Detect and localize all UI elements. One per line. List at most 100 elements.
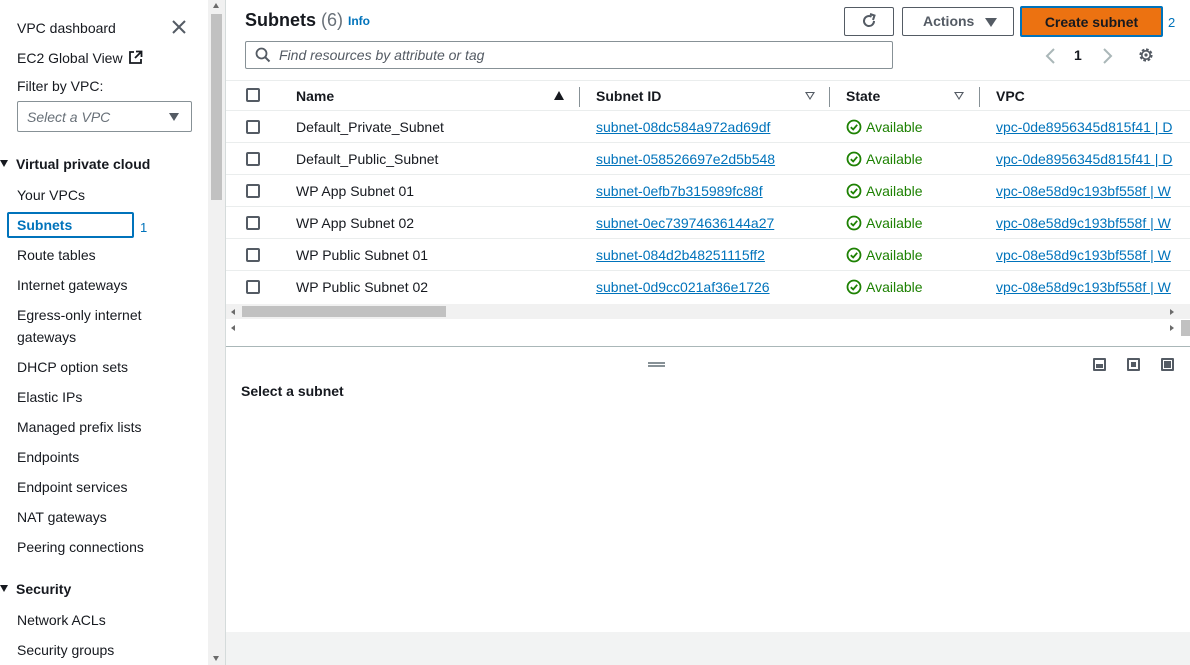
sidebar-item-managed-prefix-lists[interactable]: Managed prefix lists — [17, 419, 142, 435]
status-text: Available — [866, 183, 923, 199]
sidebar-item-dhcp-option-sets[interactable]: DHCP option sets — [17, 359, 128, 375]
table-horizontal-scrollbar[interactable] — [226, 302, 1190, 336]
subnet-id-link[interactable]: subnet-058526697e2d5b548 — [596, 151, 775, 167]
chevron-left-icon[interactable] — [1044, 47, 1058, 65]
sort-ascending-icon[interactable] — [554, 91, 564, 100]
scrollbar-thumb[interactable] — [211, 14, 222, 200]
split-panel-message: Select a subnet — [241, 383, 344, 399]
sidebar-item-elastic-ips[interactable]: Elastic IPs — [17, 389, 82, 405]
column-divider[interactable] — [579, 87, 580, 107]
actions-dropdown-button[interactable]: Actions — [902, 7, 1014, 36]
subnet-id-link[interactable]: subnet-0ec73974636144a27 — [596, 215, 774, 231]
subnet-name: WP App Subnet 02 — [296, 215, 415, 231]
subnet-id-link[interactable]: subnet-08dc584a972ad69df — [596, 119, 770, 135]
scroll-right-icon[interactable] — [1170, 309, 1174, 315]
drag-handle-icon[interactable] — [648, 362, 665, 367]
search-placeholder: Find resources by attribute or tag — [279, 47, 485, 63]
main-content: Subnets (6) Info Actions Create subnet 2… — [225, 0, 1190, 665]
scrollbar-thumb[interactable] — [242, 306, 446, 317]
sidebar-item-security-groups[interactable]: Security groups — [17, 642, 114, 658]
refresh-icon — [863, 13, 876, 27]
sidebar-item-network-acls[interactable]: Network ACLs — [17, 612, 106, 628]
sidebar-item-endpoints[interactable]: Endpoints — [17, 449, 79, 465]
refresh-button[interactable] — [844, 7, 894, 36]
table-row[interactable]: Default_Private_Subnet subnet-08dc584a97… — [226, 111, 1190, 143]
column-header-name[interactable]: Name — [296, 88, 334, 104]
vpc-link[interactable]: vpc-08e58d9c193bf558f | W — [996, 215, 1171, 231]
sort-icon[interactable] — [954, 92, 964, 100]
section-virtual-private-cloud[interactable]: Virtual private cloud — [0, 156, 150, 172]
sidebar-item-subnets[interactable]: Subnets — [7, 212, 134, 238]
annotation-marker-2: 2 — [1168, 15, 1176, 30]
scroll-right-icon[interactable] — [1170, 325, 1174, 331]
row-checkbox[interactable] — [246, 280, 260, 294]
vpc-filter-select[interactable]: Select a VPC — [17, 101, 192, 132]
subnet-name: WP Public Subnet 01 — [296, 247, 429, 263]
table-row[interactable]: WP App Subnet 02 subnet-0ec73974636144a2… — [226, 207, 1190, 239]
section-label: Virtual private cloud — [16, 156, 151, 172]
row-checkbox[interactable] — [246, 120, 260, 134]
row-checkbox[interactable] — [246, 184, 260, 198]
table-row[interactable]: WP App Subnet 01 subnet-0efb7b315989fc88… — [226, 175, 1190, 207]
sidebar-item-your-vpcs[interactable]: Your VPCs — [17, 187, 85, 203]
check-circle-icon — [846, 151, 862, 167]
panel-bottom-icon[interactable] — [1093, 358, 1106, 371]
table-row[interactable]: Default_Public_Subnet subnet-058526697e2… — [226, 143, 1190, 175]
scroll-left-icon[interactable] — [231, 325, 235, 331]
check-circle-icon — [846, 119, 862, 135]
vpc-link[interactable]: vpc-0de8956345d815f41 | D — [996, 151, 1172, 167]
row-checkbox[interactable] — [246, 152, 260, 166]
sidebar-item-endpoint-services[interactable]: Endpoint services — [17, 479, 128, 495]
subnet-id-link[interactable]: subnet-0d9cc021af36e1726 — [596, 279, 770, 295]
sidebar-item-egress-only-internet-gateways[interactable]: Egress-only internet — [17, 307, 142, 323]
section-security[interactable]: Security — [0, 581, 71, 597]
sidebar-item-peering-connections[interactable]: Peering connections — [17, 539, 144, 555]
subnet-name: Default_Private_Subnet — [296, 119, 444, 135]
scrollbar-thumb[interactable] — [1181, 320, 1190, 336]
sidebar-item-route-tables[interactable]: Route tables — [17, 247, 96, 263]
column-header-vpc[interactable]: VPC — [996, 88, 1025, 104]
sort-icon[interactable] — [805, 92, 815, 100]
icon-fill — [1096, 364, 1103, 368]
close-icon[interactable] — [170, 18, 188, 36]
subnet-id-link[interactable]: subnet-0efb7b315989fc88f — [596, 183, 763, 199]
subnet-id-link[interactable]: subnet-084d2b48251115ff2 — [596, 247, 765, 263]
vpc-link[interactable]: vpc-0de8956345d815f41 | D — [996, 119, 1172, 135]
create-subnet-button[interactable]: Create subnet — [1020, 6, 1163, 37]
sidebar: VPC dashboard EC2 Global View Filter by … — [0, 0, 208, 665]
scroll-down-icon[interactable] — [213, 656, 219, 661]
gear-icon[interactable] — [1137, 46, 1155, 64]
select-all-checkbox[interactable] — [246, 88, 260, 102]
panel-full-icon[interactable] — [1161, 358, 1174, 371]
sidebar-item-ec2-global-view[interactable]: EC2 Global View — [17, 50, 143, 66]
sidebar-item-vpc-dashboard[interactable]: VPC dashboard — [17, 20, 116, 36]
sidebar-item-egress-only-internet-gateways-cont[interactable]: gateways — [17, 329, 76, 345]
row-checkbox[interactable] — [246, 248, 260, 262]
column-header-state[interactable]: State — [846, 88, 880, 104]
panel-side-icon[interactable] — [1127, 358, 1140, 371]
page-number[interactable]: 1 — [1074, 47, 1082, 63]
subnet-name: WP Public Subnet 02 — [296, 279, 429, 295]
sidebar-item-nat-gateways[interactable]: NAT gateways — [17, 509, 107, 525]
column-divider[interactable] — [979, 87, 980, 107]
external-link-icon — [128, 50, 142, 64]
vpc-link[interactable]: vpc-08e58d9c193bf558f | W — [996, 247, 1171, 263]
chevron-down-icon — [169, 113, 179, 121]
search-input[interactable]: Find resources by attribute or tag — [245, 41, 893, 69]
vpc-link[interactable]: vpc-08e58d9c193bf558f | W — [996, 279, 1171, 295]
chevron-right-icon[interactable] — [1100, 47, 1114, 65]
column-header-subnet-id[interactable]: Subnet ID — [596, 88, 661, 104]
column-divider[interactable] — [829, 87, 830, 107]
sidebar-scrollbar[interactable] — [208, 0, 225, 665]
sidebar-item-internet-gateways[interactable]: Internet gateways — [17, 277, 128, 293]
vpc-filter-placeholder: Select a VPC — [27, 109, 111, 125]
table-row[interactable]: WP Public Subnet 02 subnet-0d9cc021af36e… — [226, 271, 1190, 303]
status-text: Available — [866, 279, 923, 295]
info-link[interactable]: Info — [348, 14, 370, 28]
table-row[interactable]: WP Public Subnet 01 subnet-084d2b4825111… — [226, 239, 1190, 271]
vpc-link[interactable]: vpc-08e58d9c193bf558f | W — [996, 183, 1171, 199]
check-circle-icon — [846, 247, 862, 263]
row-checkbox[interactable] — [246, 216, 260, 230]
scroll-left-icon[interactable] — [231, 309, 235, 315]
scroll-up-icon[interactable] — [213, 3, 219, 8]
